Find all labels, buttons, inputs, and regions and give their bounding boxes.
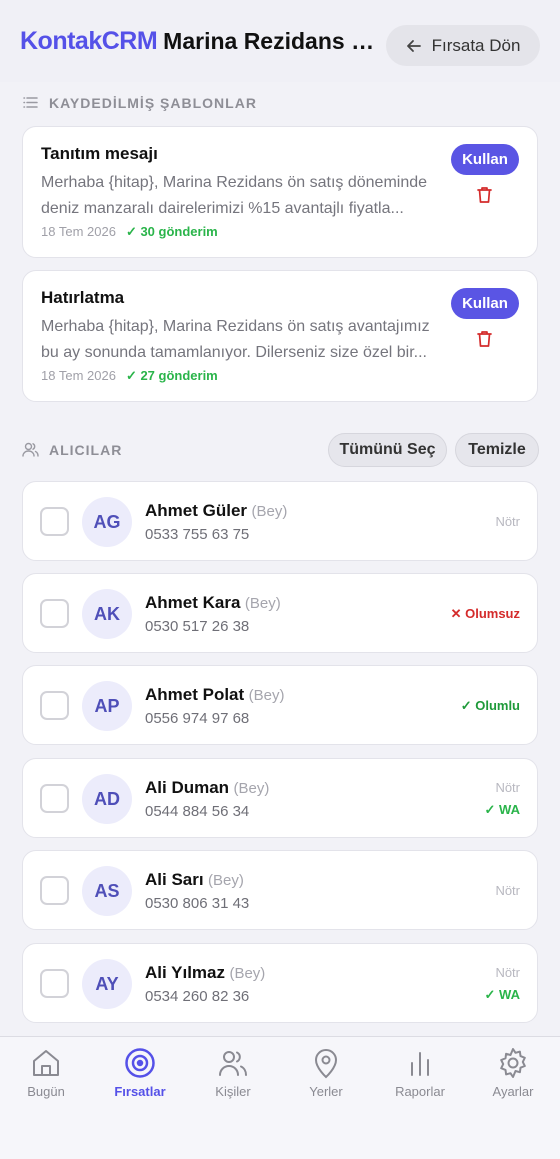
tab-kisiler[interactable]: Kişiler <box>193 1047 273 1099</box>
recipient-phone: 0530 806 31 43 <box>145 895 250 912</box>
template-title: Hatırlatma <box>41 288 125 307</box>
recipient-hitap: (Bey) <box>233 780 270 797</box>
recipient-hitap: (Bey) <box>229 965 266 982</box>
recipient-name-line: Ali Duman (Bey) <box>145 778 269 798</box>
recipient-name-line: Ahmet Güler (Bey) <box>145 501 287 521</box>
template-meta: 18 Tem 2026 ✓ 27 gönderim <box>41 368 218 384</box>
recipient-phone: 0544 884 56 34 <box>145 803 250 820</box>
recipient-name: Ahmet Polat <box>145 685 245 704</box>
status-badge: Nötr <box>495 514 520 529</box>
recipient-row[interactable]: AP Ahmet Polat (Bey) 0556 974 97 68 ✓ Ol… <box>22 665 538 745</box>
people-icon <box>22 442 39 457</box>
recipient-checkbox[interactable] <box>40 876 69 905</box>
status-badge: ✓ Olumlu <box>460 698 520 713</box>
bottom-tab-bar: Bugün Fırsatlar Kişiler Yerler Raporlar … <box>0 1036 560 1159</box>
template-body: Merhaba {hitap}, Marina Rezidans ön satı… <box>41 318 430 361</box>
recipient-name: Ahmet Kara <box>145 593 241 612</box>
use-template-button[interactable]: Kullan <box>451 288 519 319</box>
avatar: AG <box>82 497 132 547</box>
template-card[interactable]: Tanıtım mesajı Merhaba {hitap}, Marina R… <box>22 126 538 258</box>
recipient-hitap: (Bey) <box>248 687 285 704</box>
recipient-phone: 0556 974 97 68 <box>145 710 250 727</box>
recipient-checkbox[interactable] <box>40 599 69 628</box>
tab-label: Fırsatlar <box>114 1084 166 1099</box>
template-title: Tanıtım mesajı <box>41 144 158 163</box>
back-button-label: Fırsata Dön <box>431 35 521 55</box>
recipient-name-line: Ali Yılmaz (Bey) <box>145 963 265 983</box>
bar-chart-icon <box>411 1052 429 1076</box>
recipient-name: Ali Duman <box>145 778 230 797</box>
avatar: AY <box>82 959 132 1009</box>
recipient-checkbox[interactable] <box>40 507 69 536</box>
recipient-name-line: Ali Sarı (Bey) <box>145 870 244 890</box>
tab-yerler[interactable]: Yerler <box>286 1047 366 1099</box>
tab-label: Bugün <box>27 1084 65 1099</box>
recipient-name: Ali Yılmaz <box>145 963 225 982</box>
recipient-row[interactable]: AG Ahmet Güler (Bey) 0533 755 63 75 Nötr <box>22 481 538 561</box>
recipient-hitap: (Bey) <box>244 595 281 612</box>
recipient-row[interactable]: AY Ali Yılmaz (Bey) 0534 260 82 36 Nötr … <box>22 943 538 1023</box>
recipient-checkbox[interactable] <box>40 969 69 998</box>
recipient-checkbox[interactable] <box>40 691 69 720</box>
trash-icon[interactable] <box>476 330 493 348</box>
recipient-phone: 0534 260 82 36 <box>145 988 250 1005</box>
target-icon <box>125 1048 155 1078</box>
template-date: 18 Tem 2026 <box>41 224 116 239</box>
tab-label: Raporlar <box>395 1084 445 1099</box>
recipient-row[interactable]: AK Ahmet Kara (Bey) 0530 517 26 38 ✕ Olu… <box>22 573 538 653</box>
template-body: Merhaba {hitap}, Marina Rezidans ön satı… <box>41 174 428 217</box>
avatar: AS <box>82 866 132 916</box>
recipient-row[interactable]: AS Ali Sarı (Bey) 0530 806 31 43 Nötr <box>22 850 538 930</box>
whatsapp-badge: ✓ WA <box>484 802 520 817</box>
people-icon <box>219 1051 247 1076</box>
recipient-phone: 0533 755 63 75 <box>145 526 250 543</box>
back-to-opportunity-button[interactable]: Fırsata Dön <box>386 25 540 66</box>
templates-section-title: KAYDEDİLMİŞ ŞABLONLAR <box>22 94 257 111</box>
status-badge: Nötr <box>495 965 520 980</box>
template-meta: 18 Tem 2026 ✓ 30 gönderim <box>41 224 218 240</box>
status-badge: Nötr <box>495 780 520 795</box>
whatsapp-badge: ✓ WA <box>484 987 520 1002</box>
recipients-section-title: ALICILAR <box>22 441 122 458</box>
app-header: KontakCRM Marina Rezidans — Ön Satış Fır… <box>0 0 560 82</box>
template-sent-count: ✓ 30 gönderim <box>125 224 218 239</box>
template-date: 18 Tem 2026 <box>41 368 116 383</box>
recipients-section-label: ALICILAR <box>49 441 123 458</box>
recipient-row[interactable]: AD Ali Duman (Bey) 0544 884 56 34 Nötr ✓… <box>22 758 538 838</box>
tab-firsatlar[interactable]: Fırsatlar <box>100 1047 180 1099</box>
recipient-checkbox[interactable] <box>40 784 69 813</box>
templates-section-label: KAYDEDİLMİŞ ŞABLONLAR <box>49 94 257 111</box>
home-icon <box>33 1050 59 1076</box>
template-card[interactable]: Hatırlatma Merhaba {hitap}, Marina Rezid… <box>22 270 538 402</box>
recipient-phone: 0530 517 26 38 <box>145 618 250 635</box>
brand-logo[interactable]: KontakCRM <box>20 27 158 56</box>
recipient-name-line: Ahmet Polat (Bey) <box>145 685 284 705</box>
trash-icon[interactable] <box>476 186 493 204</box>
recipient-hitap: (Bey) <box>208 872 244 889</box>
recipient-hitap: (Bey) <box>251 503 288 520</box>
recipient-name-line: Ahmet Kara (Bey) <box>145 593 281 613</box>
tab-label: Kişiler <box>215 1084 251 1099</box>
clear-button[interactable]: Temizle <box>455 433 539 467</box>
gear-icon <box>500 1048 526 1078</box>
status-badge: Nötr <box>495 883 520 898</box>
tab-raporlar[interactable]: Raporlar <box>380 1047 460 1099</box>
map-pin-icon <box>314 1049 338 1079</box>
recipient-name: Ali Sarı <box>145 870 204 889</box>
arrow-left-icon <box>406 39 421 52</box>
avatar: AK <box>82 589 132 639</box>
tab-ayarlar[interactable]: Ayarlar <box>473 1047 553 1099</box>
template-sent-count: ✓ 27 gönderim <box>125 368 218 383</box>
list-icon <box>23 97 38 108</box>
recipient-name: Ahmet Güler <box>145 501 248 520</box>
page-title: Marina Rezidans — Ön Satış <box>163 27 385 54</box>
status-badge: ✕ Olumsuz <box>450 606 520 621</box>
tab-label: Ayarlar <box>492 1084 534 1099</box>
avatar: AD <box>82 774 132 824</box>
use-template-button[interactable]: Kullan <box>451 144 519 175</box>
tab-label: Yerler <box>309 1084 343 1099</box>
select-all-button[interactable]: Tümünü Seç <box>328 433 447 467</box>
avatar: AP <box>82 681 132 731</box>
tab-bugun[interactable]: Bugün <box>6 1047 86 1099</box>
